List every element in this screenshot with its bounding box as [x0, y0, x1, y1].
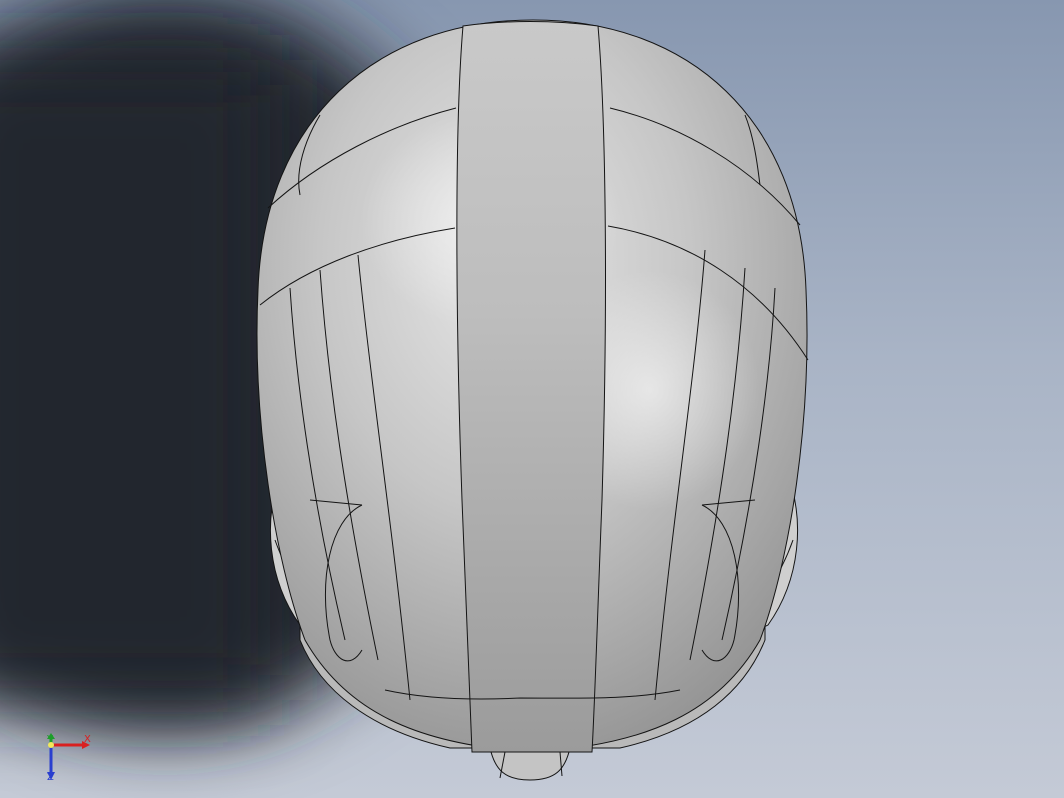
helmet-center-stripe	[456, 21, 606, 753]
axis-y-label: Y	[47, 734, 54, 745]
coordinate-triad: X Y Z	[38, 732, 98, 788]
graphics-viewport[interactable]: X Y Z	[0, 0, 1064, 798]
axis-z-label: Z	[47, 772, 54, 783]
helmet-model[interactable]	[0, 0, 1064, 798]
axis-x-label: X	[84, 734, 91, 745]
